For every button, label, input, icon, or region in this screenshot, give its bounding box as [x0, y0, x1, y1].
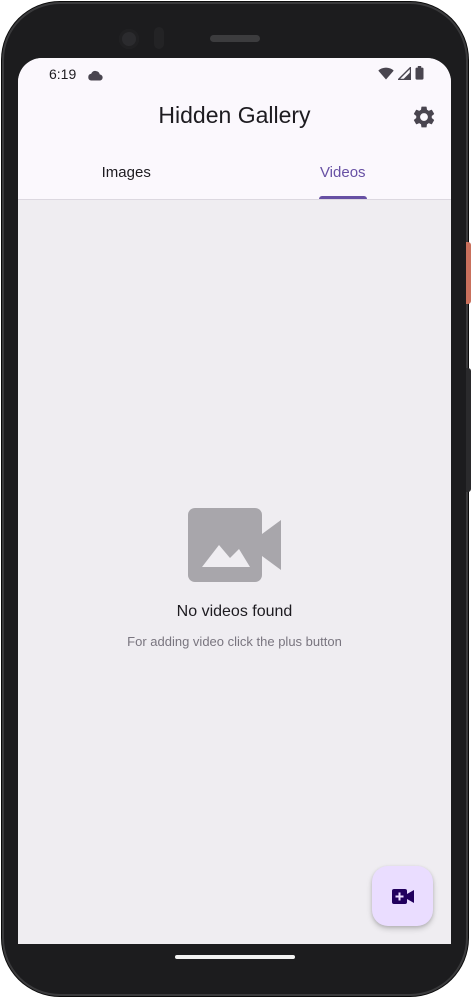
- front-camera: [119, 29, 139, 49]
- add-video-button[interactable]: [372, 866, 433, 926]
- cellular-signal-icon: [396, 65, 412, 85]
- active-tab-indicator: [318, 196, 367, 199]
- page-title: Hidden Gallery: [158, 102, 311, 128]
- tab-videos[interactable]: Videos: [235, 146, 452, 199]
- video-camera-icon: [188, 508, 281, 582]
- gear-icon: [413, 106, 435, 128]
- status-icons: [378, 65, 424, 85]
- tab-videos-label: Videos: [319, 164, 366, 181]
- earpiece-speaker: [210, 35, 260, 42]
- cloud-icon: [87, 68, 103, 86]
- empty-state: No videos found For adding video click t…: [18, 508, 451, 649]
- proximity-sensor: [154, 27, 164, 49]
- settings-button[interactable]: [411, 104, 437, 130]
- tab-images[interactable]: Images: [18, 146, 235, 199]
- tab-images-label: Images: [101, 164, 151, 181]
- status-time: 6:19: [49, 66, 77, 82]
- volume-button: [466, 368, 471, 492]
- system-nav-bar: [18, 944, 451, 970]
- empty-state-subtitle: For adding video click the plus button: [127, 634, 342, 649]
- wifi-icon: [378, 67, 394, 85]
- tab-bar: Images Videos: [18, 146, 451, 200]
- screen: 6:19 Hidden Gallery Images Videos No vid…: [18, 58, 451, 944]
- app-bar: Hidden Gallery: [18, 90, 451, 146]
- battery-icon: [415, 66, 424, 85]
- home-gesture-handle[interactable]: [175, 955, 295, 959]
- empty-state-title: No videos found: [176, 603, 293, 620]
- status-bar: 6:19: [18, 58, 451, 90]
- power-button: [466, 242, 471, 304]
- add-video-icon: [391, 888, 414, 904]
